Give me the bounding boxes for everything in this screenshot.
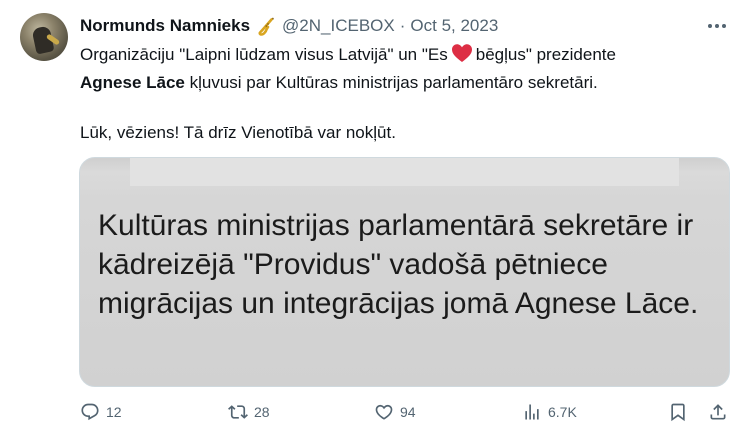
views-button[interactable]: 6.7K: [522, 396, 577, 428]
tweet-line-3: Lūk, vēziens! Tā drīz Vienotībā var nokļ…: [80, 123, 396, 142]
retweet-count: 28: [254, 404, 270, 420]
tweet-blank-line: [80, 95, 730, 120]
retweet-button[interactable]: 28: [228, 396, 270, 428]
more-dot-icon: [722, 24, 726, 28]
bookmark-button[interactable]: [668, 396, 688, 428]
red-heart-icon: [451, 43, 473, 70]
saxophone-icon: [256, 16, 276, 36]
reply-button[interactable]: 12: [80, 396, 122, 428]
reply-icon: [81, 403, 99, 421]
tweet-line-1: Organizāciju "Laipni lūdzam visus Latvij…: [80, 42, 730, 70]
bookmark-icon: [671, 403, 685, 422]
more-options-button[interactable]: [704, 16, 730, 36]
tweet-header: Normunds Namnieks @2N_ICEBOX · Oct 5, 20…: [80, 14, 498, 38]
action-bar: 12 28 94 6.7K: [80, 396, 734, 428]
like-count: 94: [400, 404, 416, 420]
tweet-line-2: Agnese Lāce kļuvusi par Kultūras ministr…: [80, 70, 730, 95]
reply-count: 12: [106, 404, 122, 420]
bold-name: Agnese Lāce: [80, 73, 185, 92]
tweet-date[interactable]: Oct 5, 2023: [410, 16, 498, 36]
tweet-text-part: Organizāciju "Laipni lūdzam visus Latvij…: [80, 45, 448, 64]
views-count: 6.7K: [548, 404, 577, 420]
media-image[interactable]: Kultūras ministrijas parlamentārā sekret…: [79, 157, 730, 387]
avatar[interactable]: [20, 13, 68, 61]
tweet-text-part: kļuvusi par Kultūras ministrijas parlame…: [184, 73, 598, 92]
share-icon: [710, 404, 726, 420]
media-caption-text: Kultūras ministrijas parlamentārā sekret…: [98, 209, 699, 320]
tweet-text-part: bēgļus" prezidente: [475, 45, 616, 64]
header-separator: ·: [399, 16, 406, 35]
more-dot-icon: [715, 24, 719, 28]
author-handle[interactable]: @2N_ICEBOX: [282, 16, 395, 36]
author-name[interactable]: Normunds Namnieks: [80, 16, 250, 36]
media-top-band: [130, 158, 679, 186]
more-dot-icon: [708, 24, 712, 28]
like-icon: [375, 404, 393, 420]
views-icon: [525, 404, 539, 420]
tweet-text: Organizāciju "Laipni lūdzam visus Latvij…: [80, 42, 730, 145]
like-button[interactable]: 94: [374, 396, 416, 428]
share-button[interactable]: [708, 396, 728, 428]
retweet-icon: [228, 405, 248, 419]
